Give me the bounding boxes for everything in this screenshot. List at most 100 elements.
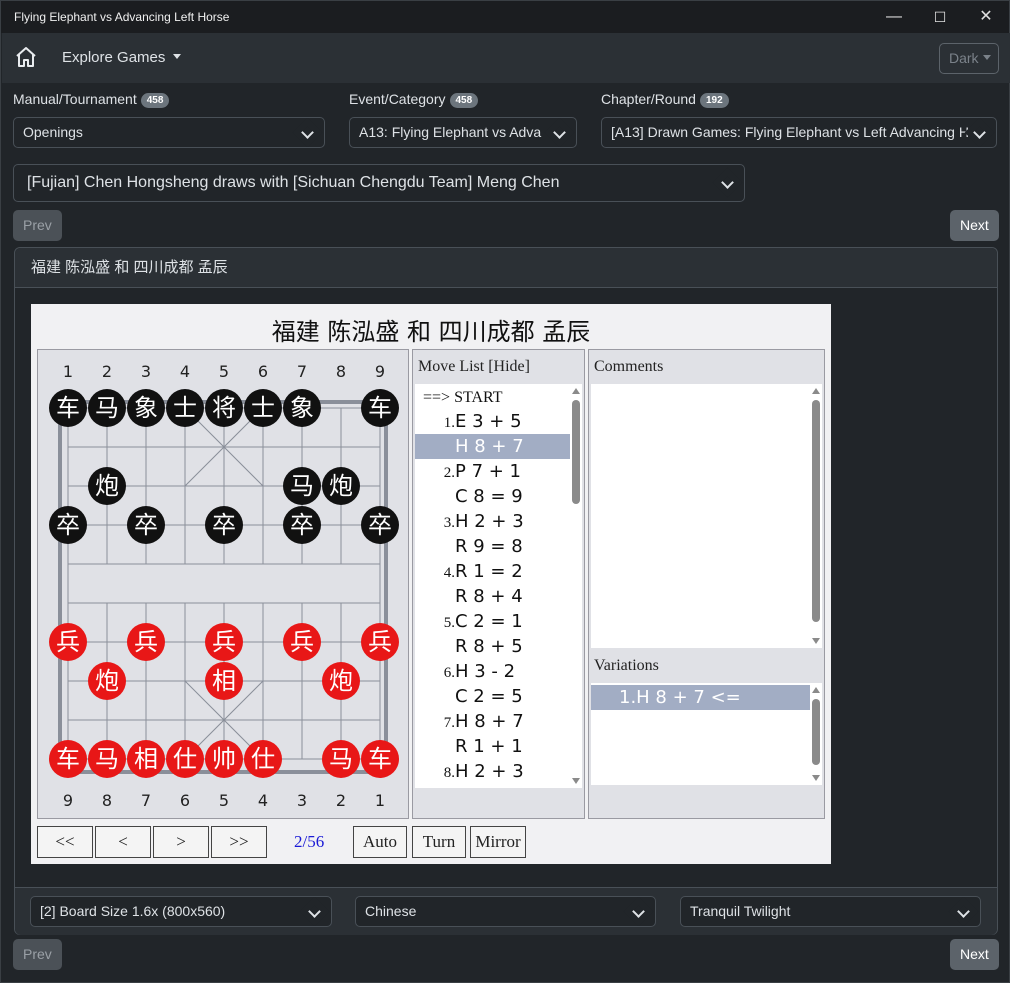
scroll-up-icon[interactable] [812,687,820,693]
board-size-select[interactable]: [2] Board Size 1.6x (800x560) [30,896,332,927]
move-list-scrollbar[interactable] [570,384,582,788]
close-icon[interactable]: ✕ [963,1,1009,33]
chevron-down-icon [301,126,314,139]
theme-toggle-button[interactable]: Dark [939,43,999,74]
comments-area[interactable] [591,384,811,648]
comments-scrollbar[interactable] [810,384,822,648]
black-piece[interactable]: 车 [361,389,399,427]
next-button-top[interactable]: Next [950,210,999,241]
red-piece[interactable]: 兵 [361,623,399,661]
maximize-icon[interactable]: ☐ [917,1,963,33]
red-piece[interactable]: 马 [322,740,360,778]
mirror-board-button[interactable]: Mirror [470,826,526,858]
red-piece[interactable]: 帅 [205,740,243,778]
move-text: H 8 + 7 [455,436,524,457]
red-piece[interactable]: 仕 [166,740,204,778]
scroll-thumb[interactable] [812,699,820,765]
black-piece[interactable]: 象 [127,389,165,427]
event-label-text: Event/Category [349,91,446,107]
manual-count-badge: 458 [140,93,170,108]
move-item[interactable]: 6.H 3 - 2 [415,659,570,684]
black-piece[interactable]: 象 [283,389,321,427]
red-piece[interactable]: 炮 [322,662,360,700]
move-item[interactable]: 4.R 1 = 2 [415,559,570,584]
chapter-select[interactable]: [A13] Drawn Games: Flying Elephant vs Le… [601,117,997,148]
game-viewer: 福建 陈泓盛 和 四川成都 孟辰 123456789 车马象士将士象车炮马炮卒卒… [31,304,831,864]
prev-move-button[interactable]: < [95,826,151,858]
move-item[interactable]: 8.H 2 + 3 [415,759,570,784]
red-piece[interactable]: 仕 [244,740,282,778]
last-move-button[interactable]: >> [211,826,267,858]
red-piece[interactable]: 炮 [88,662,126,700]
chevron-down-icon [957,905,970,918]
next-move-button[interactable]: > [153,826,209,858]
xiangqi-board[interactable]: 123456789 车马象士将士象车炮马炮卒卒卒卒卒兵兵兵兵兵炮相炮车马相仕帅仕… [37,349,409,819]
game-select[interactable]: [Fujian] Chen Hongsheng draws with [Sich… [13,164,745,202]
move-item[interactable]: C 2 = 5 [415,684,570,709]
red-piece[interactable]: 车 [49,740,87,778]
move-text: H 2 + 3 [455,761,524,782]
scroll-down-icon[interactable] [812,775,820,781]
red-piece[interactable]: 马 [88,740,126,778]
black-piece[interactable]: 卒 [49,506,87,544]
chapter-select-value: [A13] Drawn Games: Flying Elephant vs Le… [611,124,969,140]
black-piece[interactable]: 车 [49,389,87,427]
red-piece[interactable]: 相 [127,740,165,778]
move-item[interactable]: ==> START [415,384,570,409]
red-piece[interactable]: 兵 [49,623,87,661]
move-item[interactable]: 1.E 3 + 5 [415,409,570,434]
move-list[interactable]: ==> START 1.E 3 + 5H 8 + 7 2.P 7 + 1C 8 = … [415,384,570,788]
red-piece[interactable]: 相 [205,662,243,700]
scroll-down-icon[interactable] [572,778,580,784]
move-item[interactable]: 3.H 2 + 3 [415,509,570,534]
red-piece[interactable]: 车 [361,740,399,778]
black-piece[interactable]: 士 [244,389,282,427]
black-piece[interactable]: 炮 [322,467,360,505]
move-text: R 8 + 4 [455,586,523,607]
scroll-down-icon[interactable] [812,638,820,644]
move-item[interactable]: 5.C 2 = 1 [415,609,570,634]
prev-button-top[interactable]: Prev [13,210,62,241]
prev-button-bottom[interactable]: Prev [13,939,62,970]
black-piece[interactable]: 卒 [205,506,243,544]
red-piece[interactable]: 兵 [283,623,321,661]
black-piece[interactable]: 士 [166,389,204,427]
first-move-button[interactable]: << [37,826,93,858]
variations-scrollbar[interactable] [810,683,822,785]
scroll-up-icon[interactable] [572,388,580,394]
scroll-thumb[interactable] [572,400,580,504]
red-piece[interactable]: 兵 [127,623,165,661]
black-piece[interactable]: 卒 [127,506,165,544]
move-item[interactable]: R 8 + 5 [415,634,570,659]
move-list-header[interactable]: Move List [Hide] [418,358,530,376]
auto-play-button[interactable]: Auto [353,826,407,858]
home-icon[interactable] [14,45,38,69]
variation-item[interactable]: 1.H 8 + 7 <= [591,685,810,710]
move-item[interactable]: R 9 = 8 [415,534,570,559]
black-piece[interactable]: 卒 [283,506,321,544]
black-piece[interactable]: 马 [283,467,321,505]
explore-games-dropdown[interactable]: Explore Games [62,49,182,66]
file-number: 9 [62,791,74,810]
black-piece[interactable]: 炮 [88,467,126,505]
move-item[interactable]: 7.H 8 + 7 [415,709,570,734]
black-piece[interactable]: 马 [88,389,126,427]
event-select[interactable]: A13: Flying Elephant vs Adva [349,117,577,148]
next-button-bottom[interactable]: Next [950,939,999,970]
theme-select[interactable]: Tranquil Twilight [680,896,981,927]
manual-select[interactable]: Openings [13,117,325,148]
scroll-thumb[interactable] [812,400,820,622]
red-piece[interactable]: 兵 [205,623,243,661]
move-item[interactable]: C 8 = 9 [415,484,570,509]
black-piece[interactable]: 卒 [361,506,399,544]
turn-board-button[interactable]: Turn [412,826,466,858]
move-item[interactable]: 2.P 7 + 1 [415,459,570,484]
black-piece[interactable]: 将 [205,389,243,427]
move-item[interactable]: H 8 + 7 [415,434,570,459]
scroll-up-icon[interactable] [812,388,820,394]
language-select[interactable]: Chinese [355,896,656,927]
minimize-icon[interactable]: — [871,1,917,33]
move-item[interactable]: R 8 + 4 [415,584,570,609]
language-value: Chinese [365,903,417,919]
move-item[interactable]: R 1 + 1 [415,734,570,759]
